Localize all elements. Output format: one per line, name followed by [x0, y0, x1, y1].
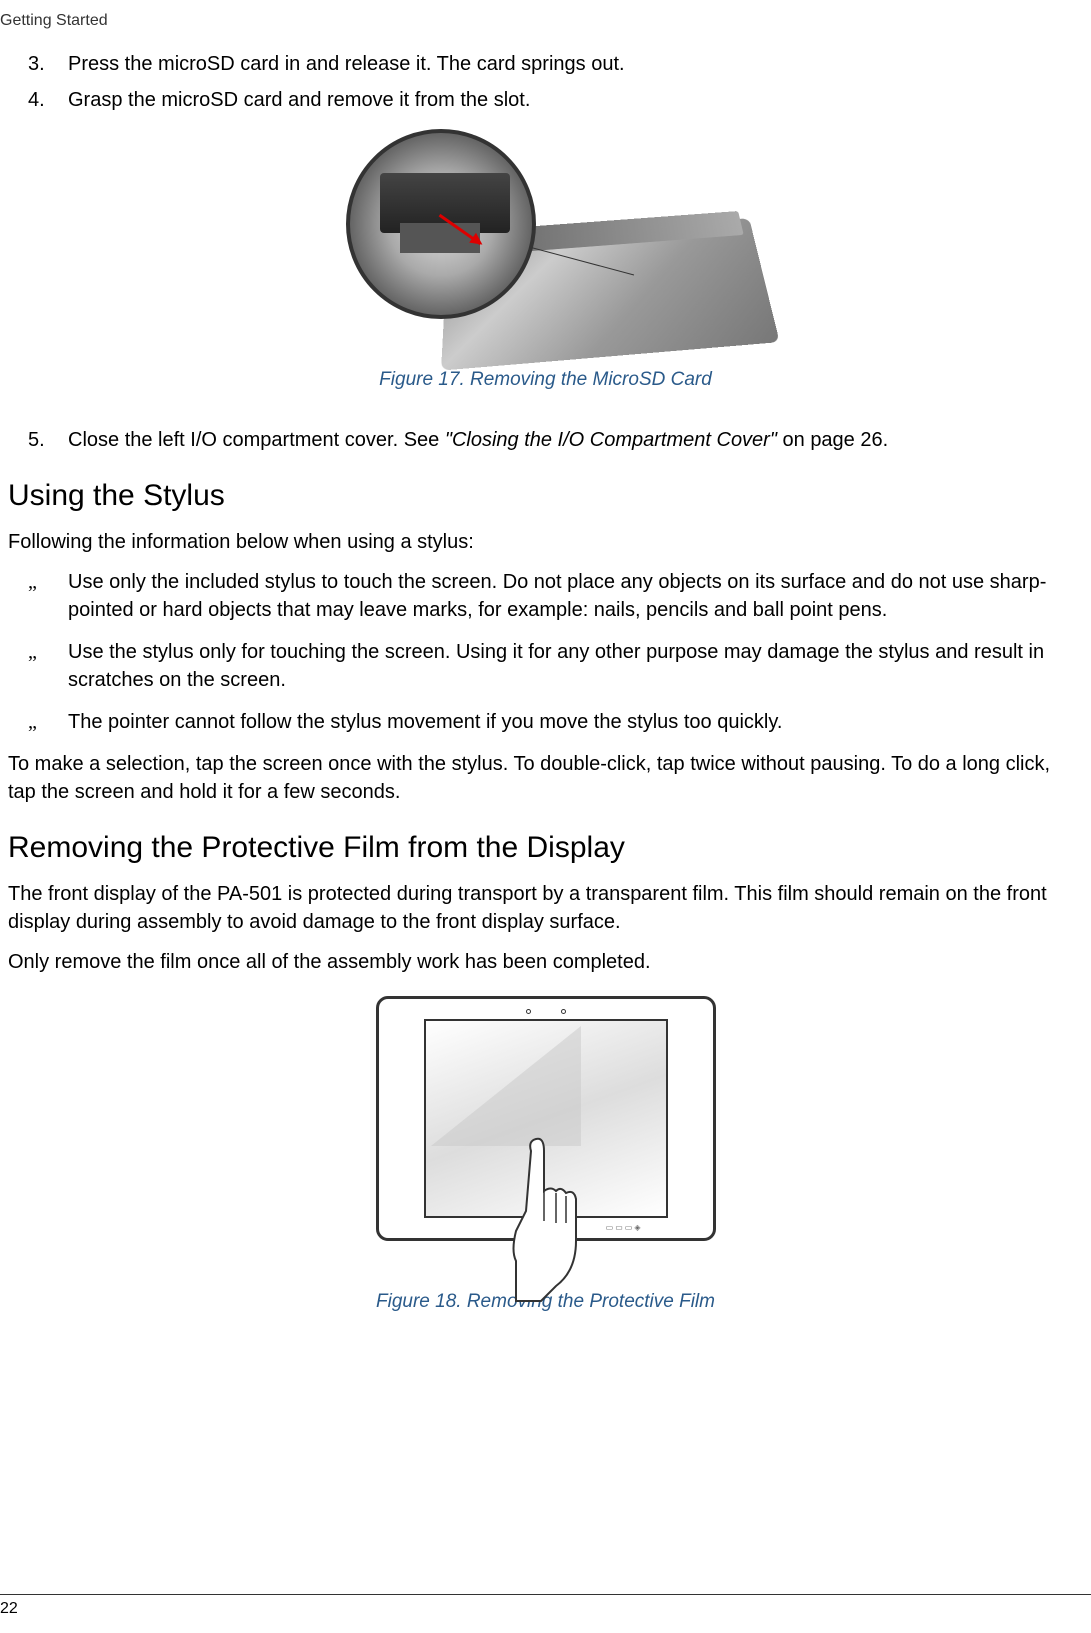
list-item: „ The pointer cannot follow the stylus m… — [28, 708, 1083, 736]
figure-17-caption: Figure 17. Removing the MicroSD Card — [8, 369, 1083, 391]
bullet-text: Use only the included stylus to touch th… — [68, 568, 1083, 624]
step-text: Close the left I/O compartment cover. Se… — [68, 426, 1083, 454]
step-number: 5. — [28, 426, 68, 454]
figure-17-container: Figure 17. Removing the MicroSD Card — [8, 129, 1083, 391]
bullet-icon: „ — [28, 638, 68, 694]
step-number: 4. — [28, 86, 68, 114]
bullet-text: The pointer cannot follow the stylus mov… — [68, 708, 1083, 736]
film-triangle — [431, 1026, 581, 1146]
magnifier-circle — [346, 129, 536, 319]
section-name: Getting Started — [0, 12, 108, 29]
page-number: 22 — [0, 1600, 18, 1617]
tablet-logo: ▭▭▭◈ — [606, 1223, 643, 1232]
bullet-icon: „ — [28, 568, 68, 624]
hand-icon — [486, 1131, 606, 1311]
sd-slot-detail — [380, 173, 510, 233]
heading-using-stylus: Using the Stylus — [8, 479, 1083, 513]
figure-18-image: ▭▭▭◈ — [336, 991, 756, 1281]
step5-before: Close the left I/O compartment cover. Se… — [68, 429, 445, 451]
heading-protective-film: Removing the Protective Film from the Di… — [8, 831, 1083, 865]
stylus-outro: To make a selection, tap the screen once… — [8, 750, 1083, 806]
page-content: 3. Press the microSD card in and release… — [0, 30, 1091, 1313]
page-header: Getting Started — [0, 0, 1091, 30]
film-p2: Only remove the film once all of the ass… — [8, 948, 1083, 976]
step-number: 3. — [28, 50, 68, 78]
list-item: „ Use the stylus only for touching the s… — [28, 638, 1083, 694]
stylus-bullet-list: „ Use only the included stylus to touch … — [8, 568, 1083, 736]
step-3: 3. Press the microSD card in and release… — [28, 50, 1083, 78]
figure-17-image — [326, 129, 766, 359]
stylus-intro: Following the information below when usi… — [8, 528, 1083, 556]
step-text: Grasp the microSD card and remove it fro… — [68, 86, 1083, 114]
steps-list-top: 3. Press the microSD card in and release… — [8, 30, 1083, 114]
step5-link-ref: "Closing the I/O Compartment Cover" — [445, 429, 777, 451]
bullet-icon: „ — [28, 708, 68, 736]
page-footer: 22 — [0, 1594, 1091, 1618]
steps-list-5: 5. Close the left I/O compartment cover.… — [8, 406, 1083, 454]
list-item: „ Use only the included stylus to touch … — [28, 568, 1083, 624]
film-p1: The front display of the PA-501 is prote… — [8, 880, 1083, 936]
figure-18-container: ▭▭▭◈ Figure 18. Removing the Protective … — [8, 991, 1083, 1313]
step-4: 4. Grasp the microSD card and remove it … — [28, 86, 1083, 114]
step-5: 5. Close the left I/O compartment cover.… — [28, 426, 1083, 454]
step-text: Press the microSD card in and release it… — [68, 50, 1083, 78]
step5-after: on page 26. — [777, 429, 888, 451]
tablet-top-dots — [526, 1009, 566, 1014]
bullet-text: Use the stylus only for touching the scr… — [68, 638, 1083, 694]
